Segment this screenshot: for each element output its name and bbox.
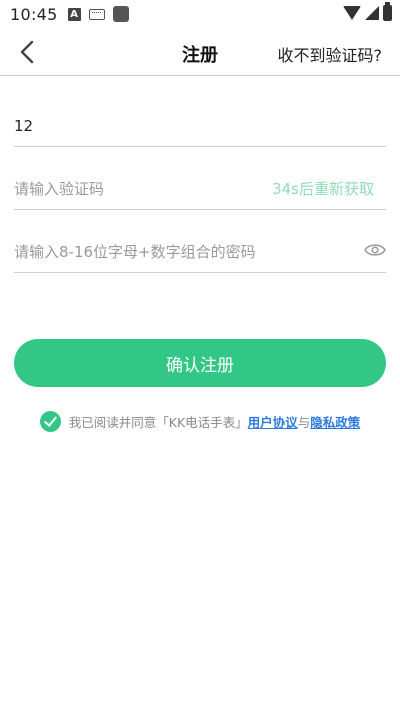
a-notification-icon: A xyxy=(67,7,81,21)
agreement-text: 我已阅读并同意「KK电话手表」 xyxy=(68,414,248,430)
agreement-conjunction: 与 xyxy=(297,414,311,430)
chevron-left-icon[interactable] xyxy=(16,40,40,64)
status-icons xyxy=(343,2,392,21)
wifi-icon xyxy=(343,6,361,20)
keyboard-icon xyxy=(88,8,105,20)
resend-code-button[interactable]: 34s后重新获取 xyxy=(272,178,374,199)
confirm-register-button[interactable]: 确认注册 xyxy=(14,339,386,387)
nav-bar: 注册 收不到验证码? xyxy=(0,28,400,76)
battery-charging-icon xyxy=(383,2,392,21)
agreement-checkbox-checked-icon[interactable] xyxy=(39,410,61,432)
phone-field-row xyxy=(14,107,386,147)
code-field-row: 34s后重新获取 xyxy=(14,170,386,210)
privacy-policy-link[interactable]: 隐私政策 xyxy=(310,412,360,431)
password-field-row xyxy=(14,233,386,273)
phone-input[interactable] xyxy=(14,107,386,145)
status-bar: 10:45 A xyxy=(0,0,400,28)
signal-icon xyxy=(365,6,379,20)
eye-icon[interactable] xyxy=(364,242,386,258)
verification-code-input[interactable] xyxy=(14,170,254,208)
app-square-icon xyxy=(112,6,129,22)
user-agreement-link[interactable]: 用户协议 xyxy=(248,412,298,431)
password-input[interactable] xyxy=(14,233,344,271)
no-code-received-link[interactable]: 收不到验证码? xyxy=(278,42,383,66)
status-time: 10:45 xyxy=(10,4,58,24)
agreement-row: 我已阅读并同意「KK电话手表」 用户协议 与 隐私政策 xyxy=(0,409,400,433)
